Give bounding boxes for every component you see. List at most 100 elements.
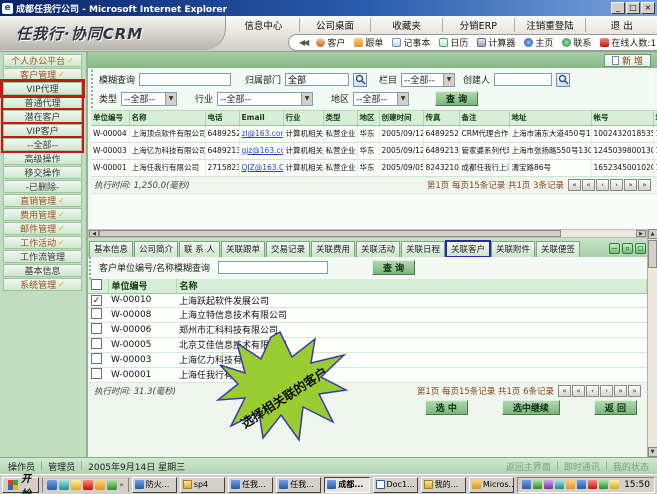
- email-link[interactable]: gjz@163.com: [239, 142, 283, 159]
- sidebar-item-work-activity[interactable]: 工作活动✓: [3, 236, 82, 249]
- row-checkbox[interactable]: [91, 308, 102, 319]
- page-last-button[interactable]: »: [628, 385, 641, 397]
- list-item[interactable]: ✓ W-00010 上海跃起软件发展公司: [88, 293, 647, 307]
- page-last-button[interactable]: »: [638, 179, 651, 191]
- maximize-button[interactable]: □: [626, 2, 640, 14]
- status-link-im[interactable]: 即时通讯: [564, 460, 600, 473]
- tab-related-activity[interactable]: 关联活动: [356, 241, 400, 257]
- taskbar-task-renwoxing-1[interactable]: 任我...: [228, 477, 273, 493]
- sidebar-item-system-mgmt[interactable]: 系统管理✓: [3, 278, 82, 291]
- page-prev-button[interactable]: ‹: [586, 385, 599, 397]
- row-checkbox[interactable]: [91, 353, 102, 364]
- sidebar-item-expense-mgmt[interactable]: 费用管理✓: [3, 208, 82, 221]
- tab-basic-info[interactable]: 基本信息: [89, 241, 133, 257]
- sidebar-item-deleted[interactable]: -已删除-: [3, 180, 82, 193]
- select-all-checkbox[interactable]: [91, 279, 102, 290]
- close-button[interactable]: ×: [641, 2, 655, 14]
- sidebar-item-direct-sales[interactable]: 直销管理✓: [3, 194, 82, 207]
- menu-info-center[interactable]: 信息中心: [228, 18, 300, 32]
- tab-transactions[interactable]: 交易记录: [266, 241, 310, 257]
- list-item[interactable]: W-00006 郑州市汇科科技有限公司: [88, 322, 647, 337]
- taskbar-task-chengdu-active[interactable]: 成都...: [324, 477, 369, 493]
- department-input[interactable]: [285, 73, 349, 86]
- table-row[interactable]: W-00001上海任我行有限公司27158230QJZ@163.COM计算机相关…: [91, 159, 657, 176]
- sidebar-item-workflow[interactable]: 工作流管理: [3, 250, 82, 263]
- creator-input[interactable]: [494, 73, 552, 86]
- tray-icon[interactable]: [566, 480, 575, 489]
- taskbar-task-doc1[interactable]: Doc1...: [373, 477, 418, 493]
- sidebar-item-mail-mgmt[interactable]: 邮件管理✓: [3, 222, 82, 235]
- list-item[interactable]: W-00001 上海任我行有限公司: [88, 367, 647, 382]
- scroll-left-icon[interactable]: ◀: [89, 230, 99, 237]
- page-next-button[interactable]: ›: [610, 179, 623, 191]
- page-first-button[interactable]: «: [568, 179, 581, 191]
- toolbar-notepad[interactable]: 记事本: [392, 36, 430, 49]
- tray-icon[interactable]: [599, 480, 608, 489]
- tray-icon[interactable]: [533, 480, 542, 489]
- tray-icon[interactable]: [555, 480, 564, 489]
- minimize-button[interactable]: _: [611, 2, 625, 14]
- table-row[interactable]: W-00004上海顶点软件有限公司64892525zl@163.com计算机相关…: [91, 125, 657, 142]
- region-select[interactable]: --全部--▼: [353, 92, 409, 106]
- row-checkbox[interactable]: [91, 368, 102, 379]
- row-checkbox[interactable]: [91, 338, 102, 349]
- tray-icon[interactable]: [544, 480, 553, 489]
- list-item[interactable]: W-00005 北京艾佳信息技术有限公司: [88, 337, 647, 352]
- page-prev-button[interactable]: ‹: [596, 179, 609, 191]
- menu-exit[interactable]: 退 出: [586, 18, 657, 32]
- scroll-up-icon[interactable]: ▲: [648, 229, 657, 239]
- page-next-button[interactable]: ›: [600, 385, 613, 397]
- sidebar-item-customer-mgmt[interactable]: 客户管理✓: [3, 68, 82, 81]
- page-prev-batch-button[interactable]: «: [582, 179, 595, 191]
- tab-related-orders[interactable]: 关联跟单: [221, 241, 265, 257]
- tray-icon[interactable]: [577, 480, 586, 489]
- sidebar-item-basic-info[interactable]: 基本信息: [3, 264, 82, 277]
- tray-icon[interactable]: [610, 480, 619, 489]
- toolbar-calculator[interactable]: 计算器: [477, 36, 515, 49]
- menu-company-desktop[interactable]: 公司桌面: [300, 18, 372, 32]
- vscroll-thumb[interactable]: [648, 240, 657, 268]
- email-link[interactable]: zl@163.com: [239, 125, 283, 142]
- image-icon[interactable]: [71, 480, 81, 490]
- row-checkbox[interactable]: ✓: [91, 295, 102, 306]
- sidebar-item-vip-agent[interactable]: VIP代理: [3, 82, 82, 95]
- taskbar-task-microsoft[interactable]: Micros...: [469, 477, 514, 493]
- pane-minimize-button[interactable]: —: [609, 243, 620, 254]
- list-item[interactable]: W-00008 上海立特信息技术有限公司: [88, 307, 647, 322]
- tab-related-schedule[interactable]: 关联日程: [401, 241, 445, 257]
- select-continue-button[interactable]: 选中继续: [502, 400, 560, 415]
- creator-lookup-button[interactable]: [556, 73, 570, 87]
- rewind-icon[interactable]: ◀◀: [299, 38, 307, 47]
- menu-relogin[interactable]: 注销重登陆: [515, 18, 587, 32]
- sidebar-item-potential-customer[interactable]: 潜在客户: [3, 110, 82, 123]
- horizontal-scrollbar[interactable]: ◀ ▶: [88, 229, 647, 238]
- table-row[interactable]: W-00003上海亿为科技有限公司64892132gjz@163.com计算机相…: [91, 142, 657, 159]
- toolbar-calendar[interactable]: 日历: [439, 36, 468, 49]
- list-item[interactable]: W-00003 上海亿力科技有限公司: [88, 352, 647, 367]
- tab-contacts[interactable]: 联 系 人: [179, 241, 220, 257]
- taskbar-task-sp4[interactable]: sp4: [180, 477, 225, 493]
- tab-related-attachments[interactable]: 关联附件: [491, 241, 535, 257]
- taskbar-task-renwoxing-2[interactable]: 任我...: [276, 477, 321, 493]
- tab-related-notes[interactable]: 关联便签: [536, 241, 580, 257]
- industry-select[interactable]: --全部--▼: [217, 92, 313, 106]
- sidebar-item-all[interactable]: --全部--: [3, 138, 82, 151]
- sidebar-item-personal-office[interactable]: 个人办公平台✓: [3, 54, 82, 67]
- page-next-batch-button[interactable]: »: [624, 179, 637, 191]
- vertical-scrollbar[interactable]: ▲ ▼: [647, 229, 657, 458]
- related-query-input[interactable]: [218, 261, 328, 274]
- new-record-button[interactable]: 新 增: [604, 54, 651, 67]
- search-button[interactable]: 查 询: [435, 91, 478, 106]
- tray-icon[interactable]: [522, 480, 531, 489]
- pane-restore-button[interactable]: ▫: [622, 243, 633, 254]
- sidebar-item-normal-agent[interactable]: 普通代理: [3, 96, 82, 109]
- hscroll-thumb[interactable]: [99, 230, 561, 237]
- row-checkbox[interactable]: [91, 323, 102, 334]
- menu-favorites[interactable]: 收藏夹: [371, 18, 443, 32]
- toolbar-orders[interactable]: 跟单: [354, 36, 383, 49]
- pane-maximize-button[interactable]: □: [635, 243, 646, 254]
- taskbar-task-firewall[interactable]: 防火...: [132, 477, 177, 493]
- scroll-right-icon[interactable]: ▶: [636, 230, 646, 237]
- tab-related-expense[interactable]: 关联费用: [311, 241, 355, 257]
- media-icon[interactable]: [95, 480, 105, 490]
